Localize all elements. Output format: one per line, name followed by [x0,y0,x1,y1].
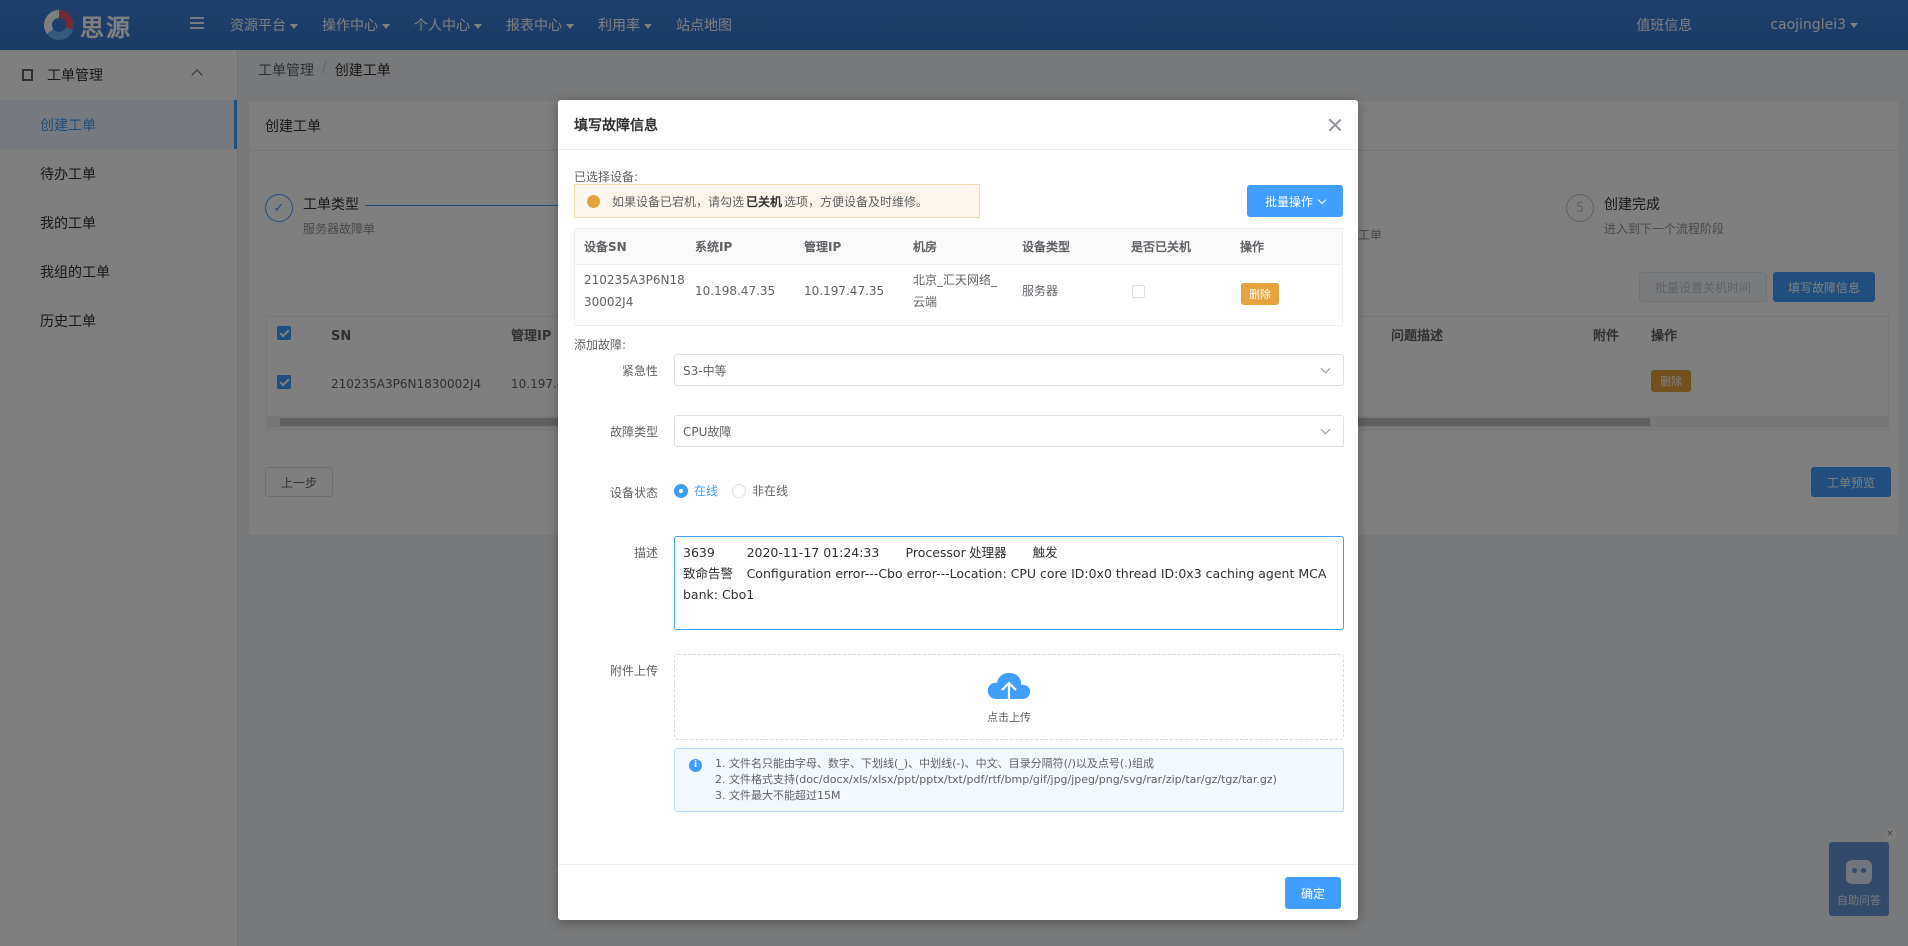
shutdown-checkbox[interactable] [1132,285,1145,298]
chevron-down-icon [1317,195,1327,204]
radio-offline[interactable] [732,483,747,498]
upload-rule: 2. 文件格式支持(doc/docx/xls/xlsx/ppt/pptx/txt… [715,773,1277,786]
cloud-upload-icon [987,672,1031,703]
chevron-down-icon [1320,424,1331,435]
confirm-button[interactable]: 确定 [1285,877,1341,909]
fault-type-value: CPU故障 [683,424,732,439]
device-status-radio-group: 在线 非在线 [674,482,788,499]
info-icon: i [689,759,702,772]
upload-rules-info: i 1. 文件名只能由字母、数字、下划线(_)、中划线(-)、中文、目录分隔符(… [674,748,1344,812]
table-header: 操作 [1240,240,1265,254]
device-status-label: 设备状态 [609,486,658,500]
attachment-label: 附件上传 [609,664,658,678]
urgency-value: S3-中等 [683,363,727,378]
room-line: 北京_汇天网络_ [913,273,998,287]
table-cell-room: 北京_汇天网络_ 云端 [913,269,997,313]
table-header: 设备SN [584,240,627,254]
fault-info-dialog: 填写故障信息 已选择设备: 如果设备已宕机，请勾选 已关机 选项，方便设备及时维… [558,100,1358,920]
shutdown-warning-alert: 如果设备已宕机，请勾选 已关机 选项，方便设备及时维修。 [574,184,980,218]
add-fault-label: 添加故障: [574,338,627,352]
description-label: 描述 [633,546,658,560]
alert-text-highlight: 已关机 [746,194,783,209]
file-upload-area[interactable]: 点击上传 [674,654,1344,740]
dialog-header: 填写故障信息 [558,100,1358,150]
bulk-operation-label: 批量操作 [1264,194,1313,209]
upload-text: 点击上传 [987,711,1031,724]
radio-label-offline[interactable]: 非在线 [752,482,788,499]
table-header: 设备类型 [1022,240,1071,254]
dialog-footer [558,864,1358,920]
table-header: 系统IP [695,240,733,254]
warning-icon [587,194,600,208]
sn-line: 30002J4 [584,295,634,309]
table-cell-sn: 210235A3P6N18 30002J4 [584,269,685,313]
table-header-row [575,229,1342,265]
selected-devices-label: 已选择设备: [574,170,639,184]
upload-rule: 3. 文件最大不能超过15M [715,789,841,802]
close-icon[interactable] [1328,118,1342,132]
table-cell-system-ip: 10.198.47.35 [695,284,776,298]
table-cell-manage-ip: 10.197.47.35 [804,284,885,298]
device-table: 设备SN 系统IP 管理IP 机房 设备类型 是否已关机 操作 210235A3… [574,228,1343,326]
table-cell-type: 服务器 [1022,284,1059,298]
table-header: 管理IP [804,240,842,254]
table-header: 机房 [913,240,938,254]
description-textarea[interactable]: 3639 2020-11-17 01:24:33 Processor 处理器 触… [674,536,1344,630]
upload-rule: 1. 文件名只能由字母、数字、下划线(_)、中划线(-)、中文、目录分隔符(/)… [715,757,1154,770]
radio-label-online[interactable]: 在线 [694,482,718,499]
table-header: 是否已关机 [1131,240,1192,254]
fault-type-label: 故障类型 [609,425,658,439]
room-line: 云端 [913,295,938,309]
urgency-select[interactable]: S3-中等 [674,354,1344,386]
radio-online[interactable] [674,483,688,498]
device-delete-button[interactable]: 删除 [1241,283,1279,305]
sn-line: 210235A3P6N18 [584,273,685,287]
alert-text-suffix: 选项，方便设备及时维修。 [784,194,929,209]
dialog-title: 填写故障信息 [574,117,658,134]
urgency-label: 紧急性 [621,364,658,378]
bulk-operation-button[interactable]: 批量操作 [1247,185,1343,217]
alert-text-prefix: 如果设备已宕机，请勾选 [612,194,745,209]
fault-type-select[interactable]: CPU故障 [674,415,1344,447]
chevron-down-icon [1320,363,1331,374]
